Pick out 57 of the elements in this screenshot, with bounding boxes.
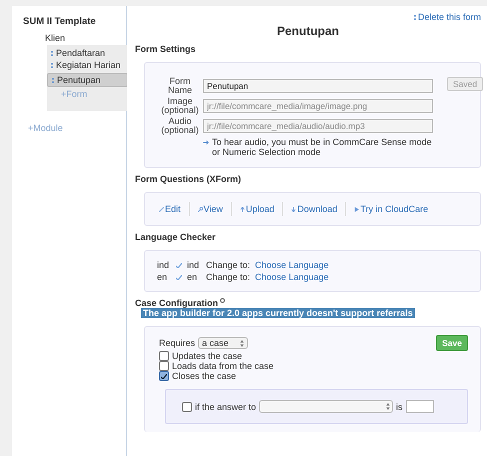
checkbox[interactable]	[159, 371, 169, 381]
change-label: Change to:	[206, 271, 250, 283]
form-title: Penutupan	[276, 24, 340, 38]
drag-handle-icon	[51, 51, 53, 56]
delete-form-link[interactable]: Delete this form	[418, 12, 481, 22]
action-link[interactable]: Try in CloudCare	[360, 204, 428, 214]
section-heading: Form Settings	[135, 44, 197, 54]
choose-language-link[interactable]: Choose Language	[255, 259, 329, 271]
form-item[interactable]: Pendaftaran	[47, 47, 128, 59]
dropdown-arrows-icon	[240, 340, 244, 346]
form-item[interactable]: Penutupan	[47, 73, 128, 87]
field-label: Audio (optional)	[161, 117, 199, 135]
answer-field[interactable]	[406, 400, 434, 413]
section-heading: Language Checker	[135, 232, 217, 242]
checkbox[interactable]	[159, 351, 169, 361]
option-label: Closes the case	[172, 371, 236, 381]
option-label: Loads data from the case	[172, 361, 274, 371]
action-link[interactable]: Download	[297, 204, 338, 214]
field-label: Image (optional)	[161, 97, 199, 115]
check-icon	[176, 274, 182, 280]
dropdown-arrows-icon	[386, 403, 390, 410]
requires-label: Requires	[159, 338, 196, 348]
search-icon	[198, 206, 203, 212]
requires-dropdown[interactable]: a case	[198, 337, 248, 349]
down-arrow-icon	[291, 206, 296, 212]
language-code: ind	[187, 259, 200, 271]
module-item[interactable]: Klien	[45, 33, 126, 43]
form-item[interactable]: Kegiatan Harian	[47, 59, 128, 71]
checkbox[interactable]	[182, 402, 192, 412]
drag-handle-icon	[52, 78, 54, 83]
app-title: SUM II Template	[23, 16, 97, 27]
language-code: ind	[157, 259, 170, 271]
language-code: en	[187, 271, 198, 283]
checkbox[interactable]	[159, 361, 169, 371]
section-heading: Case Configuration	[135, 298, 218, 308]
check-icon	[176, 262, 182, 268]
notice-banner: The app builder for 2.0 apps currently doesn't support referrals	[141, 308, 415, 318]
change-label: Change to:	[206, 259, 250, 271]
drag-handle-icon	[51, 63, 53, 68]
up-arrow-icon	[240, 206, 245, 212]
action-link[interactable]: View	[204, 204, 223, 214]
field-label: Form Name	[166, 77, 193, 95]
arrow-icon	[203, 140, 210, 145]
delete-icon	[414, 14, 416, 20]
info-icon	[220, 298, 226, 303]
input-field[interactable]: Penutupan	[203, 79, 433, 93]
pencil-icon	[159, 206, 164, 212]
audio-note: To hear audio, you must be in CommCare Sense mode or Numeric Selection mode	[212, 137, 433, 157]
condition-label: is	[396, 402, 403, 412]
action-link[interactable]: Upload	[246, 204, 274, 214]
language-code: en	[157, 271, 168, 283]
option-label: Updates the case	[172, 351, 242, 361]
choose-language-link[interactable]: Choose Language	[255, 271, 329, 283]
condition-label: if the answer to	[195, 402, 256, 412]
action-link[interactable]: Edit	[165, 204, 181, 214]
section-heading: Form Questions (XForm)	[135, 174, 242, 184]
play-icon	[354, 206, 360, 212]
